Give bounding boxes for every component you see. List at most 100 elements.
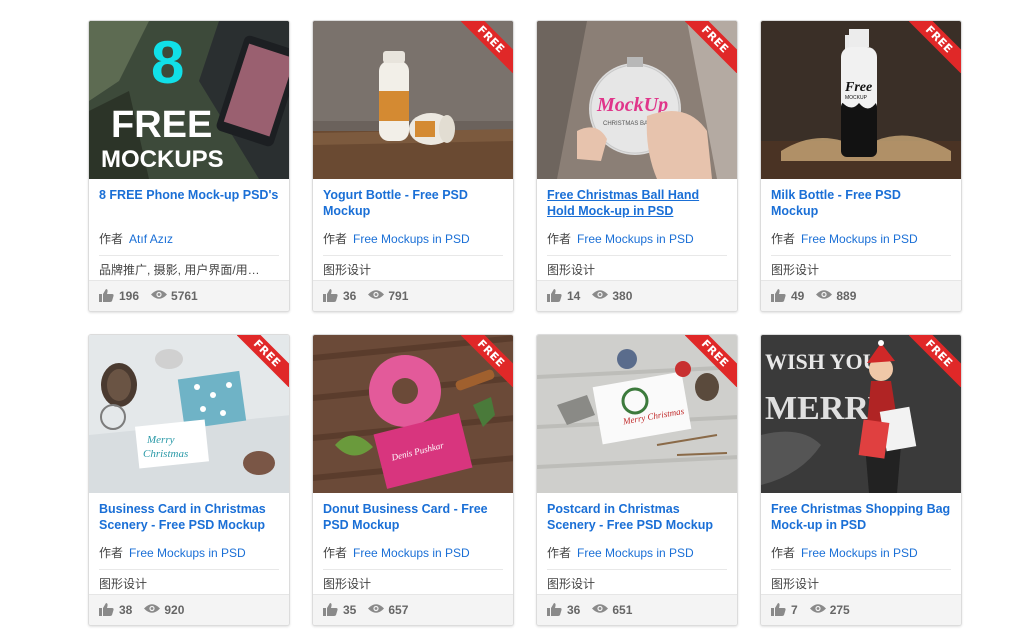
author-row: 作者 Free Mockups in PSD [547,545,727,570]
free-ribbon: FREE [685,21,737,73]
view-count: 380 [612,289,633,303]
author-label: 作者 [99,546,124,560]
author-label: 作者 [323,546,348,560]
author-label: 作者 [99,232,124,246]
card-title[interactable]: Milk Bottle - Free PSD Mockup [771,187,951,221]
card-stats: 49 889 [761,280,961,311]
card-thumbnail[interactable]: Merry Christmas FREE [537,335,737,493]
free-ribbon: FREE [909,21,961,73]
card-tags: 图形设计 [771,577,820,591]
author-row: 作者 Atıf Azız [99,231,279,256]
card-tags: 品牌推广, 摄影, 用户界面/用… [99,263,260,277]
view-count: 791 [388,289,409,303]
svg-text:8: 8 [151,29,184,96]
eye-icon [151,289,168,303]
thumbnail-image: 8 FREE MOCKUPS [89,21,289,179]
card-tags: 图形设计 [323,577,372,591]
author-link[interactable]: Free Mockups in PSD [801,546,918,560]
free-ribbon: FREE [237,335,289,387]
project-card[interactable]: FREE Yogurt Bottle - Free PSD Mockup 作者 F… [312,20,514,312]
author-label: 作者 [323,232,348,246]
project-grid: 8 FREE MOCKUPS 8 FREE Phone Mock-up PSD'… [88,20,962,626]
view-count: 657 [388,603,409,617]
project-card[interactable]: WISH YOU MERRY FREE Free Christmas Shopp… [760,334,962,626]
card-stats: 7 275 [761,594,961,625]
free-ribbon: FREE [461,21,513,73]
card-title[interactable]: Free Christmas Ball Hand Hold Mock-up in… [547,187,727,221]
eye-icon [809,603,826,617]
author-link[interactable]: Free Mockups in PSD [129,546,246,560]
card-title[interactable]: Donut Business Card - Free PSD Mockup [323,501,503,535]
svg-text:Merry: Merry [146,434,175,446]
svg-text:Christmas: Christmas [143,448,188,460]
view-count: 651 [612,603,633,617]
author-link[interactable]: Atıf Azız [129,232,173,246]
like-count: 36 [567,603,581,617]
card-thumbnail[interactable]: Denis Pushkar FREE [313,335,513,493]
like-count: 49 [791,289,805,303]
eye-icon [368,603,385,617]
card-tags: 图形设计 [547,577,596,591]
card-title[interactable]: 8 FREE Phone Mock-up PSD's [99,187,279,221]
author-link[interactable]: Free Mockups in PSD [577,546,694,560]
eye-icon [144,603,161,617]
author-label: 作者 [547,232,572,246]
like-count: 36 [343,289,357,303]
thumbs-up-icon[interactable] [771,289,787,303]
eye-icon [816,289,833,303]
author-label: 作者 [771,546,796,560]
thumbs-up-icon[interactable] [99,603,115,617]
thumbs-up-icon[interactable] [99,289,115,303]
card-title[interactable]: Postcard in Christmas Scenery - Free PSD… [547,501,727,535]
svg-text:MockUp: MockUp [596,94,668,116]
card-title[interactable]: Business Card in Christmas Scenery - Fre… [99,501,279,535]
card-thumbnail[interactable]: Free MOCKUP FREE [761,21,961,179]
thumbs-up-icon[interactable] [323,289,339,303]
card-stats: 196 5761 [89,280,289,311]
project-card[interactable]: Merry Christmas FREE Postcard in Christm… [536,334,738,626]
thumbs-up-icon[interactable] [323,603,339,617]
thumbs-up-icon[interactable] [547,289,563,303]
project-card[interactable]: Free MOCKUP FREE Milk Bottle - Free PSD … [760,20,962,312]
free-ribbon: FREE [461,335,513,387]
svg-text:WISH YOU: WISH YOU [765,349,879,374]
card-tags: 图形设计 [771,263,820,277]
view-count: 275 [829,603,850,617]
author-row: 作者 Free Mockups in PSD [323,545,503,570]
free-ribbon: FREE [685,335,737,387]
author-row: 作者 Free Mockups in PSD [99,545,279,570]
card-title[interactable]: Yogurt Bottle - Free PSD Mockup [323,187,503,221]
project-card[interactable]: MockUp CHRISTMAS BALL FREE Free Christma… [536,20,738,312]
card-tags: 图形设计 [547,263,596,277]
free-ribbon: FREE [909,335,961,387]
author-link[interactable]: Free Mockups in PSD [353,546,470,560]
author-label: 作者 [547,546,572,560]
author-row: 作者 Free Mockups in PSD [547,231,727,256]
card-thumbnail[interactable]: FREE [313,21,513,179]
card-thumbnail[interactable]: 8 FREE MOCKUPS [89,21,289,179]
card-stats: 36 651 [537,594,737,625]
project-card[interactable]: Denis Pushkar FREE Donut Business Card -… [312,334,514,626]
card-title[interactable]: Free Christmas Shopping Bag Mock-up in P… [771,501,951,535]
like-count: 35 [343,603,357,617]
svg-text:FREE: FREE [111,104,212,146]
thumbs-up-icon[interactable] [771,603,787,617]
like-count: 7 [791,603,798,617]
svg-text:Free: Free [844,80,872,95]
project-card[interactable]: 8 FREE MOCKUPS 8 FREE Phone Mock-up PSD'… [88,20,290,312]
project-card[interactable]: Merry Christmas FREE Business Card in Ch… [88,334,290,626]
thumbs-up-icon[interactable] [547,603,563,617]
eye-icon [592,289,609,303]
card-thumbnail[interactable]: MockUp CHRISTMAS BALL FREE [537,21,737,179]
card-stats: 14 380 [537,280,737,311]
author-link[interactable]: Free Mockups in PSD [801,232,918,246]
card-thumbnail[interactable]: Merry Christmas FREE [89,335,289,493]
author-link[interactable]: Free Mockups in PSD [353,232,470,246]
card-tags: 图形设计 [323,263,372,277]
author-link[interactable]: Free Mockups in PSD [577,232,694,246]
card-thumbnail[interactable]: WISH YOU MERRY FREE [761,335,961,493]
like-count: 38 [119,603,133,617]
view-count: 920 [164,603,185,617]
like-count: 14 [567,289,581,303]
card-stats: 35 657 [313,594,513,625]
